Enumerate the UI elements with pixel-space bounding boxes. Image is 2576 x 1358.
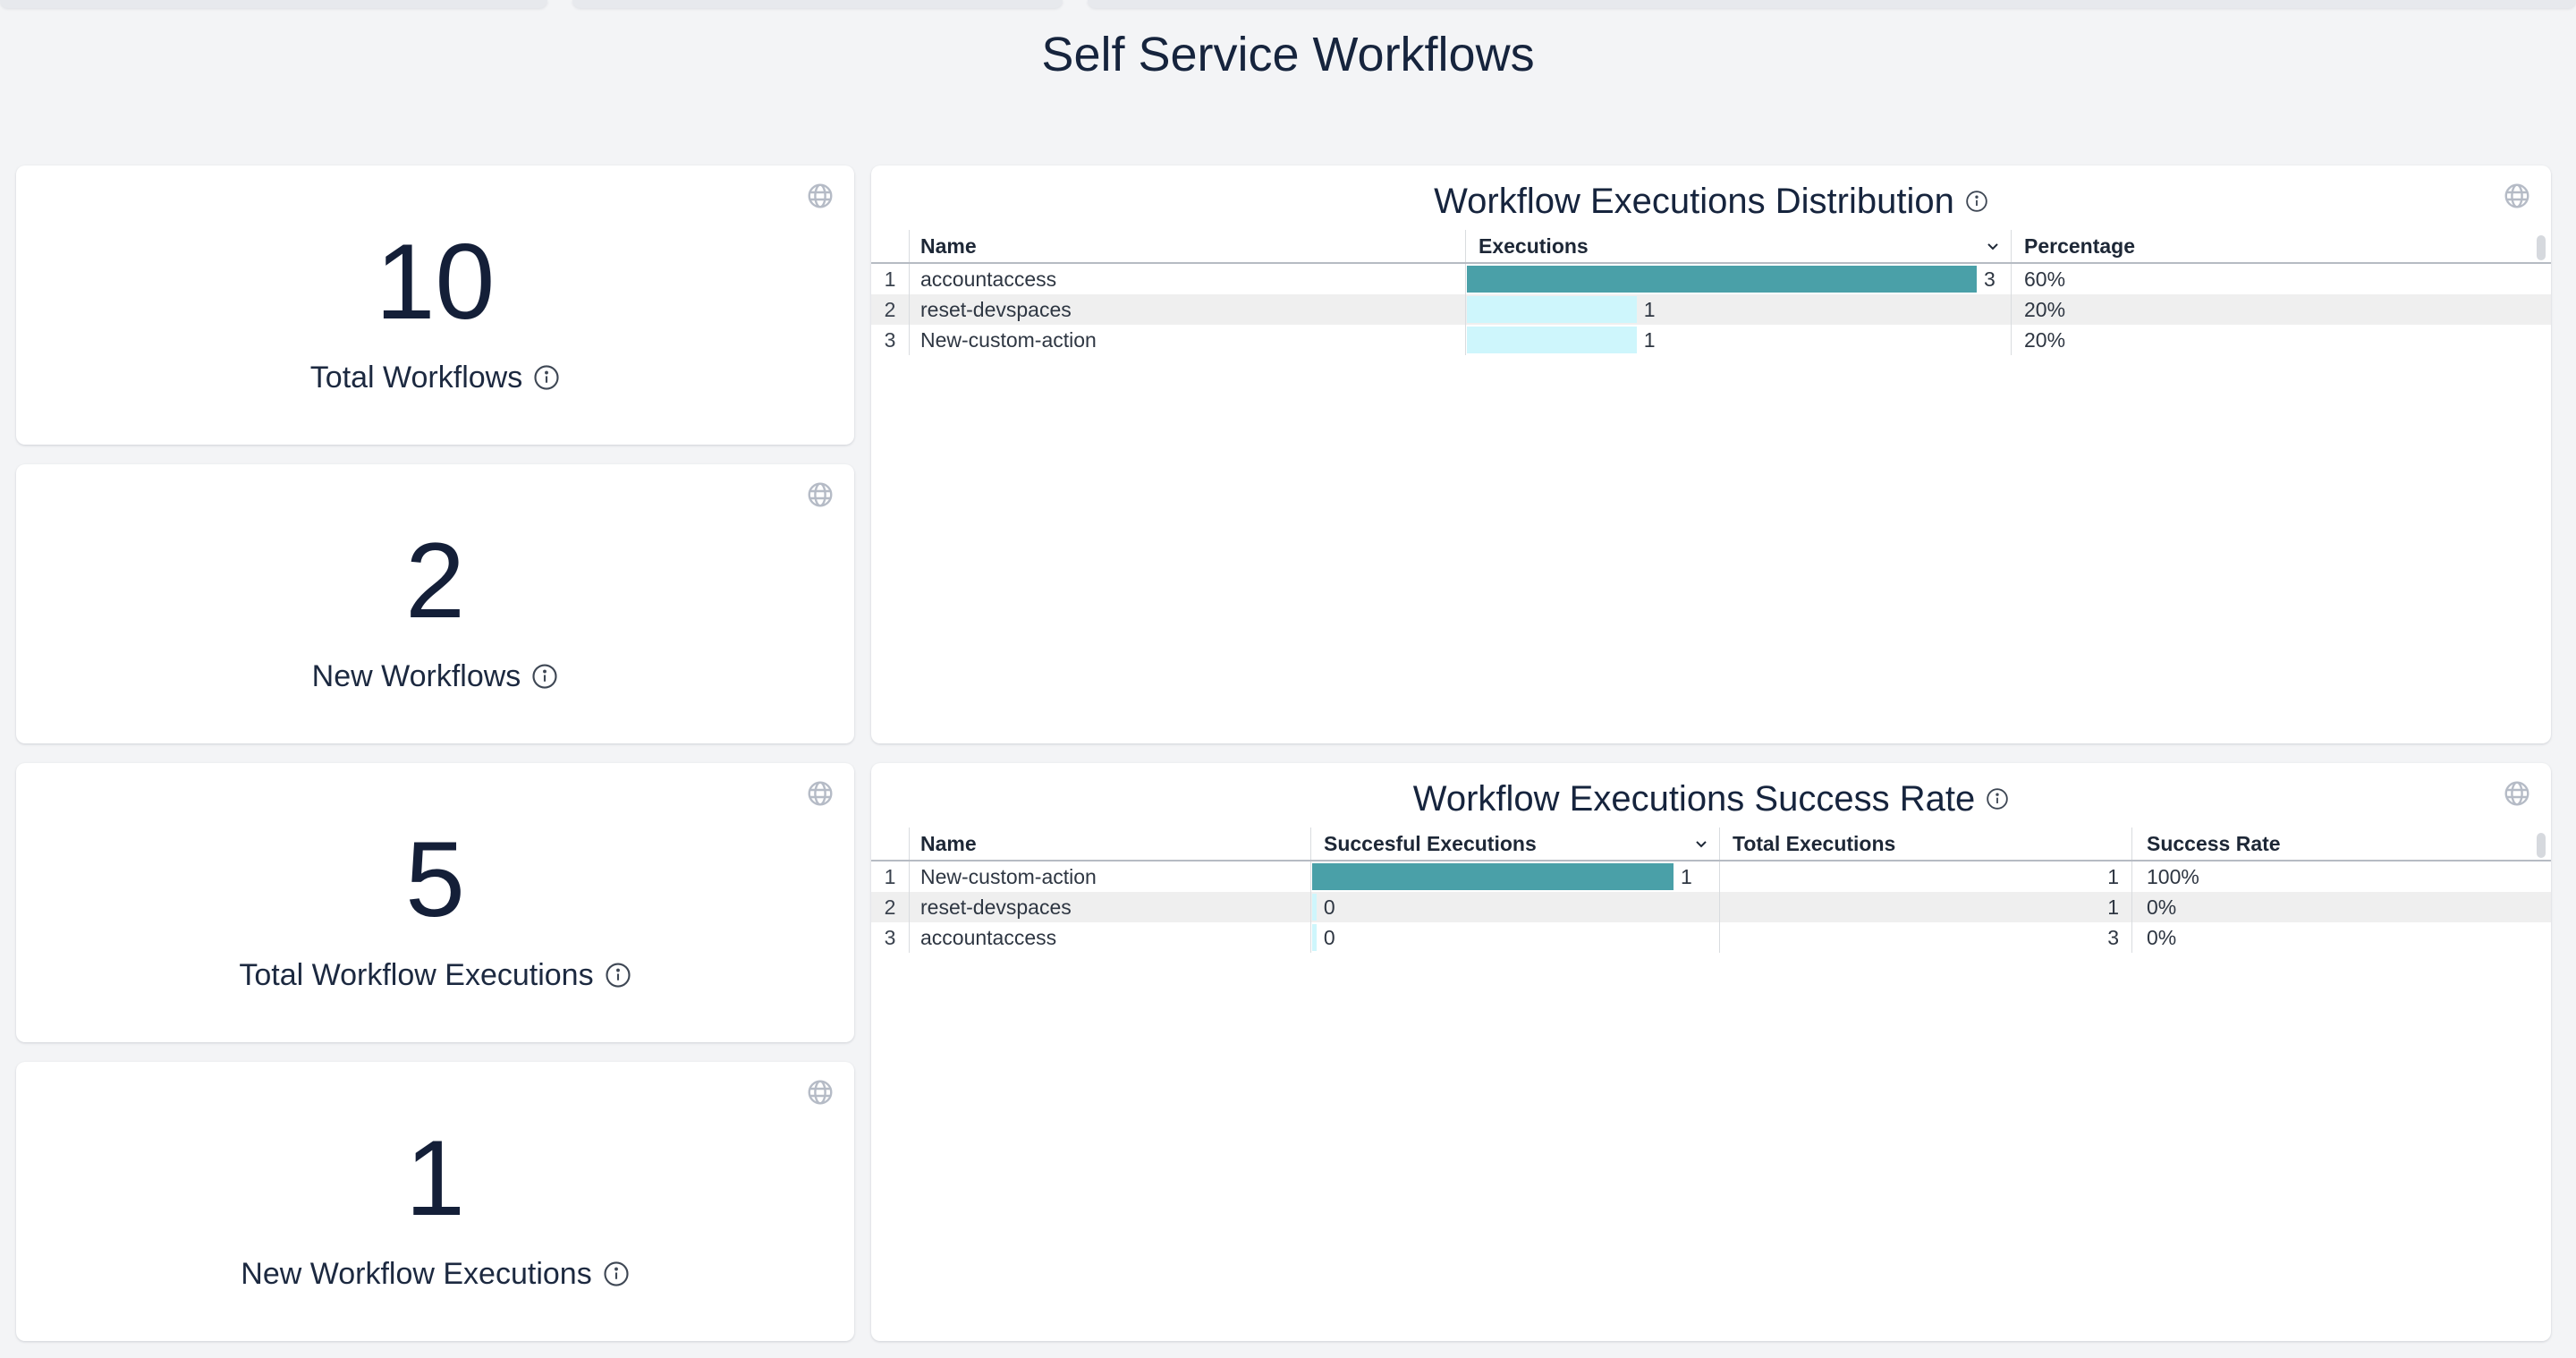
header-successful-executions[interactable]: Succesful Executions bbox=[1310, 828, 1719, 860]
header-success-rate[interactable]: Success Rate bbox=[2131, 828, 2551, 860]
stat-value: 5 bbox=[405, 826, 465, 933]
stat-value: 10 bbox=[376, 228, 495, 335]
cell-successful-bar: 0 bbox=[1310, 892, 1719, 922]
table-row[interactable]: 2 reset-devspaces 1 20% bbox=[871, 294, 2551, 325]
row-number: 3 bbox=[871, 922, 909, 953]
cell-name: accountaccess bbox=[909, 922, 1310, 953]
stat-value: 2 bbox=[405, 527, 465, 634]
table-title: Workflow Executions Success Rate bbox=[1413, 779, 1975, 819]
info-icon[interactable] bbox=[1986, 787, 2009, 811]
cell-total-executions: 1 bbox=[1719, 861, 2131, 892]
info-icon[interactable] bbox=[605, 962, 631, 989]
stat-label: Total Workflow Executions bbox=[239, 958, 593, 993]
dashboard-content: 10 Total Workflows 2 New Workflows bbox=[16, 166, 2551, 1341]
bar-value: 0 bbox=[1324, 895, 1335, 920]
bar-value: 1 bbox=[1681, 865, 1692, 889]
chevron-down-icon bbox=[1692, 835, 1710, 853]
self-service-workflows-dashboard: Self Service Workflows 10 Total Workflow… bbox=[0, 0, 2576, 1358]
stat-label: New Workflows bbox=[312, 659, 521, 694]
header-total-executions[interactable]: Total Executions bbox=[1719, 828, 2131, 860]
tables-column: Workflow Executions Distribution Name Ex… bbox=[871, 166, 2551, 1341]
table-row[interactable]: 1 accountaccess 3 60% bbox=[871, 264, 2551, 294]
execution-bar bbox=[1312, 894, 1317, 921]
table-row[interactable]: 3 accountaccess 0 3 0% bbox=[871, 922, 2551, 953]
bar-value: 0 bbox=[1324, 926, 1335, 950]
table-row[interactable]: 3 New-custom-action 1 20% bbox=[871, 325, 2551, 355]
header-executions[interactable]: Executions bbox=[1465, 230, 2011, 262]
execution-bar bbox=[1467, 296, 1637, 323]
table-scrollbar-thumb[interactable] bbox=[2537, 235, 2546, 260]
info-icon[interactable] bbox=[603, 1260, 630, 1287]
table-row[interactable]: 1 New-custom-action 1 1 100% bbox=[871, 861, 2551, 892]
executions-distribution-table: Name Executions Percentage 1 accountacce… bbox=[871, 230, 2551, 355]
row-number: 2 bbox=[871, 294, 909, 325]
globe-icon[interactable] bbox=[806, 480, 835, 509]
stat-label: New Workflow Executions bbox=[241, 1257, 591, 1292]
row-number: 3 bbox=[871, 325, 909, 355]
info-icon[interactable] bbox=[1965, 190, 1988, 213]
cell-success-rate: 0% bbox=[2131, 892, 2551, 922]
stat-label: Total Workflows bbox=[310, 361, 522, 395]
globe-icon[interactable] bbox=[806, 1078, 835, 1107]
stat-card-total-workflows: 10 Total Workflows bbox=[16, 166, 854, 445]
table-scrollbar-thumb[interactable] bbox=[2537, 833, 2546, 858]
cell-name: reset-devspaces bbox=[909, 294, 1465, 325]
execution-bar bbox=[1467, 327, 1637, 353]
cell-successful-bar: 0 bbox=[1310, 922, 1719, 953]
scrolled-card-remnant bbox=[0, 0, 547, 8]
cell-executions-bar: 1 bbox=[1465, 294, 2011, 325]
cell-success-rate: 0% bbox=[2131, 922, 2551, 953]
row-number: 1 bbox=[871, 264, 909, 294]
table-header-row: Name Executions Percentage bbox=[871, 230, 2551, 264]
stat-value: 1 bbox=[405, 1125, 465, 1232]
header-row-number bbox=[871, 230, 909, 262]
bar-value: 3 bbox=[1984, 267, 1996, 292]
cell-name: accountaccess bbox=[909, 264, 1465, 294]
cell-percentage: 20% bbox=[2011, 325, 2551, 355]
chevron-down-icon bbox=[1984, 237, 2002, 255]
executions-success-rate-table: Name Succesful Executions Total Executio… bbox=[871, 828, 2551, 953]
cell-name: New-custom-action bbox=[909, 861, 1310, 892]
header-name[interactable]: Name bbox=[909, 230, 1465, 262]
cell-executions-bar: 3 bbox=[1465, 264, 2011, 294]
stat-card-total-workflow-executions: 5 Total Workflow Executions bbox=[16, 763, 854, 1042]
table-card-executions-distribution: Workflow Executions Distribution Name Ex… bbox=[871, 166, 2551, 743]
row-number: 1 bbox=[871, 861, 909, 892]
stat-card-new-workflow-executions: 1 New Workflow Executions bbox=[16, 1062, 854, 1341]
header-row-number bbox=[871, 828, 909, 860]
execution-bar bbox=[1312, 863, 1674, 890]
cell-successful-bar: 1 bbox=[1310, 861, 1719, 892]
cell-total-executions: 1 bbox=[1719, 892, 2131, 922]
cell-percentage: 20% bbox=[2011, 294, 2551, 325]
table-title: Workflow Executions Distribution bbox=[1434, 182, 1954, 222]
table-header-row: Name Succesful Executions Total Executio… bbox=[871, 828, 2551, 861]
scrolled-card-remnant bbox=[1088, 0, 2576, 8]
table-row[interactable]: 2 reset-devspaces 0 1 0% bbox=[871, 892, 2551, 922]
header-percentage[interactable]: Percentage bbox=[2011, 230, 2551, 262]
globe-icon[interactable] bbox=[806, 779, 835, 808]
page-title: Self Service Workflows bbox=[0, 0, 2576, 84]
cell-executions-bar: 1 bbox=[1465, 325, 2011, 355]
info-icon[interactable] bbox=[531, 663, 558, 690]
table-card-executions-success-rate: Workflow Executions Success Rate Name Su… bbox=[871, 763, 2551, 1341]
cell-name: reset-devspaces bbox=[909, 892, 1310, 922]
bar-value: 1 bbox=[1644, 328, 1656, 352]
cell-name: New-custom-action bbox=[909, 325, 1465, 355]
globe-icon[interactable] bbox=[806, 182, 835, 210]
cell-percentage: 60% bbox=[2011, 264, 2551, 294]
row-number: 2 bbox=[871, 892, 909, 922]
scrolled-card-remnant bbox=[572, 0, 1063, 8]
globe-icon[interactable] bbox=[2503, 779, 2531, 808]
execution-bar bbox=[1312, 924, 1317, 951]
cell-success-rate: 100% bbox=[2131, 861, 2551, 892]
stats-column: 10 Total Workflows 2 New Workflows bbox=[16, 166, 854, 1341]
stat-card-new-workflows: 2 New Workflows bbox=[16, 464, 854, 743]
info-icon[interactable] bbox=[533, 364, 560, 391]
execution-bar bbox=[1467, 266, 1977, 293]
header-name[interactable]: Name bbox=[909, 828, 1310, 860]
cell-total-executions: 3 bbox=[1719, 922, 2131, 953]
globe-icon[interactable] bbox=[2503, 182, 2531, 210]
bar-value: 1 bbox=[1644, 298, 1656, 322]
